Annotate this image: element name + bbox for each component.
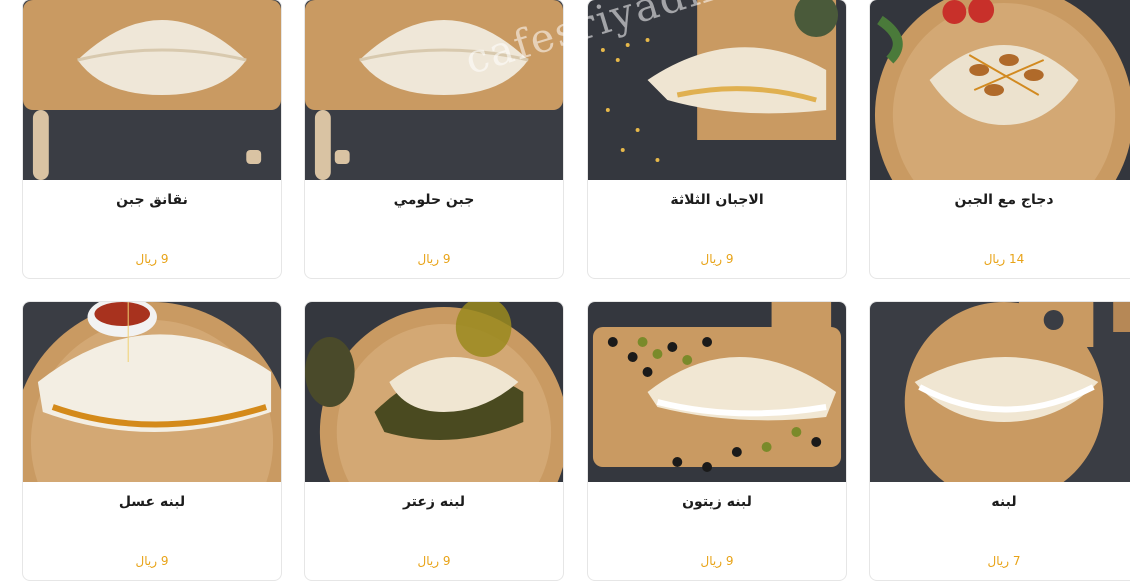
menu-item-card[interactable]: لبنه 7 ريال: [869, 301, 1130, 581]
item-price: 9 ريال: [417, 252, 451, 266]
halloumi-cheese-saj-photo[interactable]: [305, 0, 563, 180]
menu-item-card[interactable]: لبنه زعتر 9 ريال: [304, 301, 564, 581]
item-price: 14 ريال: [983, 252, 1025, 266]
item-name: نقانق جبن: [116, 192, 188, 208]
item-price: 9 ريال: [135, 554, 169, 568]
cheese-sausage-saj-photo[interactable]: [23, 0, 281, 180]
item-name: لبنه: [991, 494, 1017, 510]
item-name: جبن حلومي: [393, 192, 475, 208]
item-price: 7 ريال: [987, 554, 1021, 568]
labneh-saj-photo[interactable]: [870, 302, 1130, 482]
item-name: الاجبان الثلاثة: [670, 192, 764, 208]
menu-item-card[interactable]: لبنه زيتون 9 ريال: [587, 301, 847, 581]
three-cheese-saj-photo[interactable]: [588, 0, 846, 180]
item-name: لبنه زيتون: [682, 494, 752, 510]
labneh-honey-saj-photo[interactable]: [23, 302, 281, 482]
item-name: لبنه زعتر: [402, 494, 466, 510]
labneh-zaatar-saj-photo[interactable]: [305, 302, 563, 482]
menu-item-card[interactable]: نقانق جبن 9 ريال: [22, 0, 282, 279]
item-price: 9 ريال: [700, 554, 734, 568]
item-price: 9 ريال: [135, 252, 169, 266]
item-name: دجاج مع الجبن: [954, 192, 1054, 208]
menu-item-card[interactable]: دجاج مع الجبن 14 ريال: [869, 0, 1130, 279]
item-price: 9 ريال: [700, 252, 734, 266]
menu-grid: نقانق جبن 9 ريال جبن حلومي 9 ريال الاجبا…: [0, 0, 1130, 582]
item-name: لبنه عسل: [118, 494, 186, 510]
menu-item-card[interactable]: الاجبان الثلاثة 9 ريال: [587, 0, 847, 279]
menu-item-card[interactable]: جبن حلومي 9 ريال: [304, 0, 564, 279]
labneh-olives-saj-photo[interactable]: [588, 302, 846, 482]
item-price: 9 ريال: [417, 554, 451, 568]
menu-item-card[interactable]: لبنه عسل 9 ريال: [22, 301, 282, 581]
chicken-cheese-saj-photo[interactable]: [870, 0, 1130, 180]
